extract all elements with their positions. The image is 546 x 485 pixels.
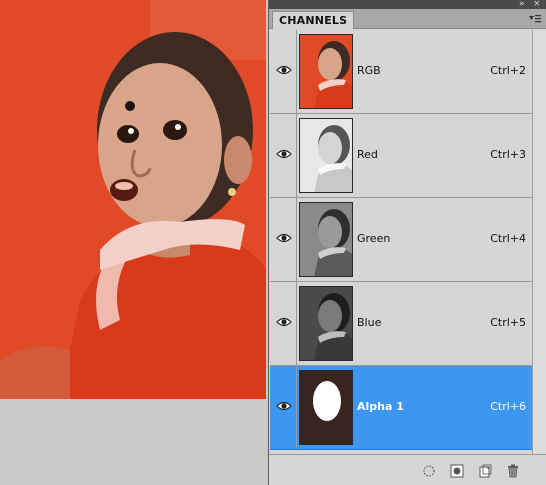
- divider: [296, 282, 297, 365]
- channel-name[interactable]: Alpha 1: [357, 400, 404, 413]
- channel-name[interactable]: Blue: [357, 316, 381, 329]
- close-icon[interactable]: ×: [533, 0, 541, 9]
- divider: [296, 366, 297, 449]
- delete-channel-icon[interactable]: [505, 463, 521, 479]
- document-image[interactable]: [0, 0, 266, 399]
- new-channel-icon[interactable]: [477, 463, 493, 479]
- divider: [296, 114, 297, 197]
- channel-shortcut: Ctrl+2: [490, 64, 526, 77]
- channel-thumbnail[interactable]: [299, 118, 353, 193]
- channel-row-blue[interactable]: Blue Ctrl+5: [270, 282, 532, 366]
- document-canvas[interactable]: [0, 0, 268, 485]
- channel-thumbnail[interactable]: [299, 370, 353, 445]
- panel-menu-icon[interactable]: [528, 13, 542, 25]
- channel-thumbnail[interactable]: [299, 202, 353, 277]
- channels-panel: » × CHANNELS RGB Ctrl+2 Red Ctrl+3 Green…: [268, 0, 546, 485]
- divider: [296, 30, 297, 113]
- channel-name[interactable]: Green: [357, 232, 390, 245]
- panel-title-bar[interactable]: » ×: [269, 0, 546, 9]
- panel-footer: [269, 454, 546, 485]
- visibility-eye-icon[interactable]: [276, 400, 292, 412]
- panel-tab-bar: CHANNELS: [269, 9, 546, 29]
- visibility-eye-icon[interactable]: [276, 148, 292, 160]
- channel-name[interactable]: Red: [357, 148, 378, 161]
- channel-row-red[interactable]: Red Ctrl+3: [270, 114, 532, 198]
- visibility-eye-icon[interactable]: [276, 64, 292, 76]
- visibility-eye-icon[interactable]: [276, 316, 292, 328]
- channel-shortcut: Ctrl+4: [490, 232, 526, 245]
- channel-row-alpha-1[interactable]: Alpha 1 Ctrl+6: [270, 366, 532, 450]
- channel-shortcut: Ctrl+6: [490, 400, 526, 413]
- baby-photo: [0, 0, 266, 399]
- collapse-icon[interactable]: »: [519, 0, 525, 9]
- channel-thumbnail[interactable]: [299, 286, 353, 361]
- divider: [296, 198, 297, 281]
- channel-name[interactable]: RGB: [357, 64, 381, 77]
- load-selection-icon[interactable]: [421, 463, 437, 479]
- channel-row-rgb[interactable]: RGB Ctrl+2: [270, 30, 532, 114]
- channel-list: RGB Ctrl+2 Red Ctrl+3 Green Ctrl+4 Blue …: [270, 30, 532, 454]
- channel-row-green[interactable]: Green Ctrl+4: [270, 198, 532, 282]
- save-selection-icon[interactable]: [449, 463, 465, 479]
- scrollbar[interactable]: [532, 30, 546, 454]
- channel-shortcut: Ctrl+5: [490, 316, 526, 329]
- visibility-eye-icon[interactable]: [276, 232, 292, 244]
- tab-channels[interactable]: CHANNELS: [272, 11, 355, 29]
- channel-shortcut: Ctrl+3: [490, 148, 526, 161]
- channel-thumbnail[interactable]: [299, 34, 353, 109]
